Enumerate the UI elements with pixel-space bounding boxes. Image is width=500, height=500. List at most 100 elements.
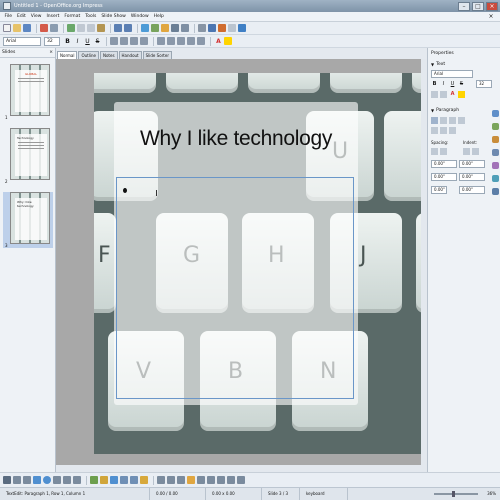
open-icon[interactable] <box>13 24 21 32</box>
increase-indent-icon[interactable] <box>177 37 185 45</box>
menu-edit[interactable]: Edit <box>15 14 29 19</box>
tab-outline[interactable]: Outline <box>78 51 99 59</box>
decrease-spacing-icon[interactable] <box>440 148 447 155</box>
italic-button[interactable]: I <box>73 37 82 46</box>
close-document-icon[interactable]: × <box>486 13 496 20</box>
symbol-shapes-icon[interactable] <box>100 476 108 484</box>
bold-button[interactable]: B <box>63 37 72 46</box>
align-left-icon[interactable] <box>110 37 118 45</box>
font-size-field[interactable]: 32 <box>44 36 60 46</box>
close-window-button[interactable]: × <box>486 1 498 11</box>
align-right-icon[interactable] <box>130 37 138 45</box>
sidebar-vertical-align-icon[interactable] <box>449 127 456 134</box>
align-center-icon[interactable] <box>120 37 128 45</box>
undo-icon[interactable] <box>114 24 122 32</box>
zoom-slider[interactable] <box>434 491 479 497</box>
numbering-icon[interactable] <box>167 37 175 45</box>
sidebar-underline-button[interactable]: U <box>449 81 456 88</box>
copy-icon[interactable] <box>87 24 95 32</box>
strikethrough-button[interactable]: S <box>93 37 102 46</box>
text-section-header[interactable]: ▼ Text <box>431 60 497 68</box>
points-icon[interactable] <box>157 476 165 484</box>
glue-points-icon[interactable] <box>167 476 175 484</box>
rotate-icon[interactable] <box>207 476 215 484</box>
font-color-button[interactable]: A <box>214 37 223 46</box>
from-file-icon[interactable] <box>187 476 195 484</box>
slide-canvas[interactable]: U F G H J V B N Why I like technology <box>94 73 427 454</box>
slide-transition-icon[interactable] <box>492 149 499 156</box>
properties-deck-icon[interactable] <box>492 110 499 117</box>
fontwork-icon[interactable] <box>181 24 189 32</box>
cut-icon[interactable] <box>77 24 85 32</box>
help-icon[interactable] <box>238 24 246 32</box>
slide-thumbnail-1[interactable]: GLOBAL 1 <box>3 64 53 120</box>
spellcheck-icon[interactable] <box>67 24 75 32</box>
styles-icon[interactable] <box>492 162 499 169</box>
line-icon[interactable] <box>13 476 21 484</box>
status-zoom[interactable]: 36% <box>481 488 500 500</box>
display-grid-icon[interactable] <box>198 24 206 32</box>
basic-shapes-icon[interactable] <box>90 476 98 484</box>
slide-thumbnail-2[interactable]: Technology 2 <box>3 128 53 184</box>
font-name-field[interactable]: Arial <box>3 36 41 46</box>
flowcharts-icon[interactable] <box>120 476 128 484</box>
sidebar-increase-indent-icon[interactable] <box>463 148 470 155</box>
tab-handout[interactable]: Handout <box>118 51 142 59</box>
sidebar-highlight-icon[interactable] <box>458 91 465 98</box>
tab-notes[interactable]: Notes <box>99 51 118 59</box>
first-line-indent-field[interactable]: 0.00" <box>459 186 485 194</box>
subscript-icon[interactable] <box>440 91 447 98</box>
underline-button[interactable]: U <box>83 37 92 46</box>
arrange-icon[interactable] <box>227 476 235 484</box>
sidebar-bold-button[interactable]: B <box>431 81 438 88</box>
menu-file[interactable]: File <box>2 14 15 19</box>
highlighting-icon[interactable] <box>224 37 232 45</box>
new-icon[interactable] <box>3 24 11 32</box>
gallery-toggle-icon[interactable] <box>197 476 205 484</box>
sidebar-font-color-button[interactable]: A <box>449 91 456 98</box>
arrow-line-icon[interactable] <box>23 476 31 484</box>
extrusion-icon[interactable] <box>237 476 245 484</box>
zoom-slider-knob[interactable] <box>452 491 456 497</box>
menu-slide-show[interactable]: Slide Show <box>99 14 129 19</box>
sidebar-size-field[interactable]: 32 <box>476 80 492 88</box>
sidebar-align-center-icon[interactable] <box>440 117 447 124</box>
close-pane-icon[interactable]: × <box>49 50 53 55</box>
justify-icon[interactable] <box>140 37 148 45</box>
menu-format[interactable]: Format <box>62 14 83 19</box>
stars-icon[interactable] <box>140 476 148 484</box>
chart-icon[interactable] <box>141 24 149 32</box>
slide-title[interactable]: Why I like technology <box>114 127 358 151</box>
image-icon[interactable] <box>161 24 169 32</box>
slide-layout-icon[interactable] <box>228 24 236 32</box>
movie-icon[interactable] <box>171 24 179 32</box>
curve-icon[interactable] <box>63 476 71 484</box>
rectangle-icon[interactable] <box>33 476 41 484</box>
navigator-icon[interactable] <box>208 24 216 32</box>
line-spacing-field[interactable]: 0.00" <box>431 186 447 194</box>
menu-tools[interactable]: Tools <box>83 14 99 19</box>
after-indent-field[interactable]: 0.00" <box>459 173 485 181</box>
maximize-button[interactable]: □ <box>472 1 484 11</box>
content-placeholder[interactable] <box>116 177 354 399</box>
sidebar-font-field[interactable]: Arial <box>431 70 473 78</box>
menu-view[interactable]: View <box>28 14 44 19</box>
block-arrows-icon[interactable] <box>110 476 118 484</box>
text-tool-icon[interactable] <box>53 476 61 484</box>
menu-window[interactable]: Window <box>128 14 151 19</box>
below-spacing-field[interactable]: 0.00" <box>431 173 457 181</box>
sidebar-strikethrough-button[interactable]: S <box>458 81 465 88</box>
callouts-icon[interactable] <box>130 476 138 484</box>
slide-thumbnail-3[interactable]: Why I like technology 3 <box>3 192 53 248</box>
sidebar-align-left-icon[interactable] <box>431 117 438 124</box>
connector-icon[interactable] <box>73 476 81 484</box>
select-arrow-icon[interactable] <box>3 476 11 484</box>
master-slides-icon[interactable] <box>492 123 499 130</box>
above-spacing-field[interactable]: 0.00" <box>431 160 457 168</box>
line-spacing-icon[interactable] <box>197 37 205 45</box>
redo-icon[interactable] <box>124 24 132 32</box>
gallery-icon[interactable] <box>492 175 499 182</box>
sidebar-numbering-icon[interactable] <box>440 127 447 134</box>
menu-help[interactable]: Help <box>151 14 166 19</box>
before-indent-field[interactable]: 0.00" <box>459 160 485 168</box>
